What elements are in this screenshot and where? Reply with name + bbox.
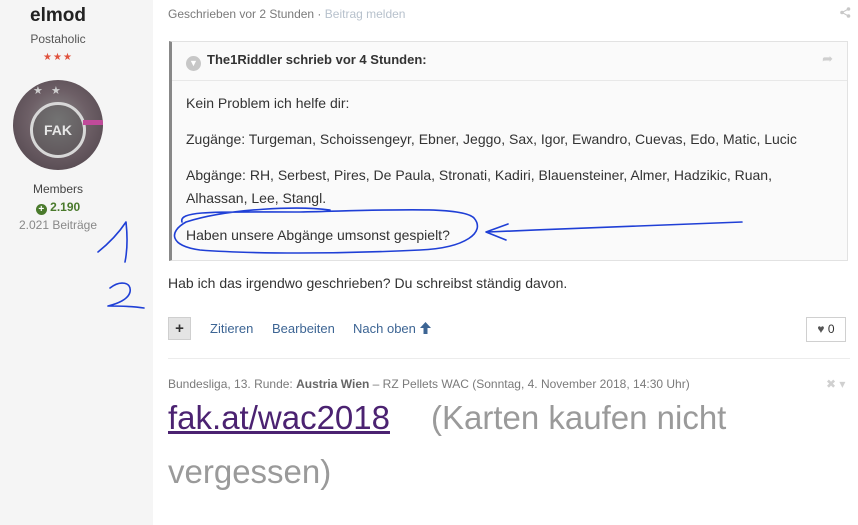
post-timestamp[interactable]: Geschrieben vor 2 Stunden [168, 7, 314, 21]
heart-icon: ♥ [817, 322, 825, 336]
meta-separator: · [314, 7, 325, 21]
back-to-top-label: Nach oben [353, 321, 416, 336]
report-post-link[interactable]: Beitrag melden [325, 7, 406, 21]
signature-team: Austria Wien [296, 377, 370, 391]
share-icon[interactable] [840, 7, 851, 21]
signature-match-details: – RZ Pellets WAC (Sonntag, 4. November 2… [369, 377, 690, 391]
author-rank-stars: ★★★ [43, 52, 73, 63]
author-title: Postaholic [30, 32, 86, 46]
quote-author-line: The1Riddler schrieb vor 4 Stunden: [207, 52, 427, 67]
signature-prefix: Bundesliga, 13. Runde: [168, 377, 297, 391]
star-icon: ★ [33, 85, 43, 97]
reputation-value: 2.190 [50, 200, 81, 214]
signature-text: (Karten kaufen nicht [431, 399, 727, 436]
reputation-badge: + 2.190 [0, 200, 116, 215]
post-meta: Geschrieben vor 2 Stunden · Beitrag meld… [168, 7, 405, 21]
multiquote-button[interactable]: + [168, 317, 191, 340]
signature-link[interactable]: fak.at/wac2018 [168, 399, 390, 437]
collapse-chevron-icon[interactable]: ▼ [186, 56, 201, 71]
quote-line: Zugänge: Turgeman, Schoissengeyr, Ebner,… [186, 131, 797, 147]
star-icon: ★ [51, 85, 61, 97]
avatar-decoration [83, 120, 103, 125]
author-post-count: 2.021 Beiträge [18, 218, 98, 232]
club-logo-icon: FAK [30, 102, 86, 158]
avatar[interactable]: ★ ★ FAK [13, 80, 103, 170]
signature-text: vergessen) [168, 453, 332, 490]
author-panel: elmod Postaholic ★★★ ★ ★ FAK Members + 2… [0, 0, 153, 525]
edit-button[interactable]: Bearbeiten [272, 321, 335, 336]
quote-header: ▼ The1Riddler schrieb vor 4 Stunden: [186, 52, 427, 71]
quote-divider [172, 80, 847, 81]
quote-line: Abgänge: RH, Serbest, Pires, De Paula, S… [186, 167, 772, 206]
like-button[interactable]: ♥ 0 [806, 317, 846, 342]
author-group: Members [32, 182, 83, 196]
post-body: Hab ich das irgendwo geschrieben? Du sch… [168, 275, 568, 291]
like-count: 0 [827, 322, 835, 336]
quote-goto-icon[interactable]: ➦ [822, 51, 833, 67]
quote-button[interactable]: Zitieren [210, 321, 253, 336]
arrow-up-icon [419, 322, 431, 337]
quote-line: Kein Problem ich helfe dir: [186, 95, 350, 111]
quote-block: ▼ The1Riddler schrieb vor 4 Stunden: ➦ Ke… [169, 41, 848, 261]
close-icon[interactable]: ✖ ▾ [826, 377, 845, 391]
plus-circle-icon: + [35, 204, 47, 215]
author-username[interactable]: elmod [0, 5, 116, 27]
post-divider [168, 358, 850, 359]
signature-match-line: Bundesliga, 13. Runde: Austria Wien – RZ… [168, 377, 690, 391]
quote-line: Haben unsere Abgänge umsonst gespielt? [186, 227, 450, 243]
back-to-top-link[interactable]: Nach oben [353, 321, 431, 337]
